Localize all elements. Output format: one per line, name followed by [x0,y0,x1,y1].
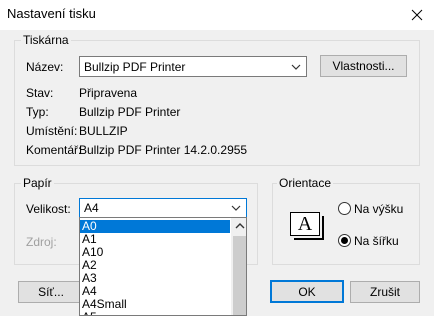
list-item[interactable]: A5 [80,311,230,316]
chevron-down-icon [291,64,301,70]
orientation-preview-icon: A [290,212,324,240]
location-value: BULLZIP [79,124,128,138]
window-title: Nastavení tisku [7,6,96,21]
status-label: Stav: [26,86,54,100]
title-bar: Nastavení tisku [0,0,434,30]
orientation-letter: A [297,213,313,235]
paper-size-select[interactable]: A4 [79,198,247,218]
landscape-radio[interactable] [338,234,351,247]
close-button[interactable] [400,0,434,30]
dropdown-scrollbar[interactable] [231,218,247,315]
paper-size-value: A4 [84,201,99,215]
ok-button[interactable]: OK [270,280,344,303]
paper-source-label: Zdroj: [26,235,57,249]
type-label: Typ: [26,105,49,119]
type-value: Bullzip PDF Printer [79,105,181,119]
chevron-down-icon [231,205,241,211]
network-button[interactable]: Síť... [18,281,84,303]
landscape-label[interactable]: Na šířku [354,234,399,248]
status-value: Připravena [79,86,138,100]
list-item[interactable]: A4Small [80,298,230,311]
radio-selected-dot [341,237,348,244]
paper-size-label: Velikost: [26,202,71,216]
comment-label: Komentář: [26,143,82,157]
printer-name-value: Bullzip PDF Printer [84,60,186,74]
printer-group-label: Tiskárna [21,33,71,47]
comment-value: Bullzip PDF Printer 14.2.0.2955 [79,143,248,157]
list-item[interactable]: A10 [80,246,230,259]
properties-button-label: Vlastnosti... [332,59,395,73]
network-button-label: Síť... [38,285,64,299]
location-label: Umístění: [26,124,78,138]
list-item[interactable]: A0 [80,220,230,233]
printer-name-label: Název: [26,60,64,74]
chevron-up-icon[interactable] [232,218,247,235]
paper-size-dropdown-list[interactable]: A0 A1 A10 A2 A3 A4 A4Small A5 [79,217,247,316]
scrollbar-thumb[interactable] [233,236,246,315]
portrait-label[interactable]: Na výšku [354,202,403,216]
cancel-button-label: Zrušit [370,285,400,299]
paper-group-label: Papír [21,176,54,190]
close-icon [411,9,423,21]
properties-button[interactable]: Vlastnosti... [320,55,407,77]
list-item[interactable]: A2 [80,259,230,272]
list-item[interactable]: A3 [80,272,230,285]
orientation-group-label: Orientace [277,176,334,190]
portrait-radio[interactable] [338,202,351,215]
printer-name-select[interactable]: Bullzip PDF Printer [79,56,307,77]
cancel-button[interactable]: Zrušit [350,281,420,303]
ok-button-label: OK [298,284,316,299]
